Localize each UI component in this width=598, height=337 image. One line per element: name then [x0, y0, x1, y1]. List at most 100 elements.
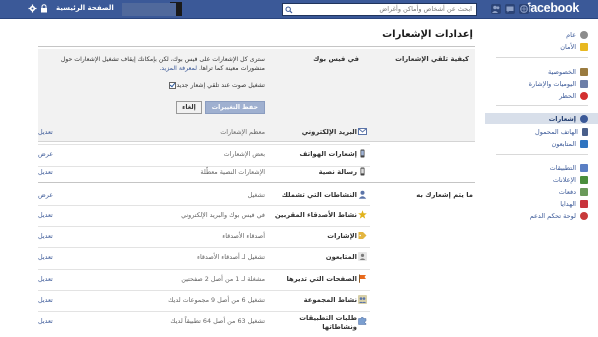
sidebar-item-label: الحظر — [559, 91, 576, 100]
edit-link[interactable]: تعديل — [38, 275, 53, 283]
timeline-icon — [580, 79, 588, 88]
form-buttons: حفظ التغييرات إلغاء — [176, 101, 265, 114]
sidebar-item-general[interactable]: عام — [566, 29, 588, 40]
sidebar-item-support[interactable]: لوحة تحكم الدعم — [530, 210, 588, 221]
privacy-shortcuts-icon[interactable] — [40, 4, 48, 15]
topic-value: في فيس بوك والبريد الإلكتروني — [181, 211, 265, 219]
friend-requests-icon[interactable] — [491, 4, 501, 14]
edit-link[interactable]: تعديل — [38, 211, 53, 219]
channel-label: البريد الإلكتروني — [301, 128, 357, 136]
search-icon[interactable] — [285, 6, 293, 16]
topic-value: أصدقاء الأصدقاء — [222, 232, 265, 240]
sidebar-item-label: المتابعون — [551, 139, 576, 148]
sidebar-item-label: اليوميات والإشارة — [528, 79, 576, 88]
sidebar-divider — [496, 105, 588, 106]
sidebar-item-gifts[interactable]: الهدايا — [560, 198, 588, 209]
sidebar-item-apps[interactable]: التطبيقات — [550, 162, 588, 173]
section-heading: كيفية تلقي الإشعارات — [395, 55, 469, 63]
topic-row-tags: الإشارات أصدقاء الأصدقاء تعديل — [38, 226, 475, 248]
puzzle-icon — [358, 316, 367, 325]
cancel-button[interactable]: إلغاء — [176, 101, 202, 114]
title-divider — [38, 46, 475, 47]
followers-icon — [358, 252, 367, 261]
channel-row-sms: رسالة نصية الإشعارات النصية معطّلة تعديل — [38, 162, 475, 184]
privacy-icon — [580, 67, 588, 76]
sidebar-item-blocking[interactable]: الحظر — [559, 90, 588, 101]
channel-label: رسالة نصية — [318, 168, 357, 176]
topic-label: الإشارات — [327, 232, 357, 240]
topic-row-close-friends: نشاط الأصدقاء المقربين في فيس بوك والبري… — [38, 205, 475, 227]
learn-more-link[interactable]: لمعرفة المزيد. — [159, 65, 197, 72]
topic-value: تشغيل 6 من أصل 9 مجموعات لديك — [168, 296, 265, 304]
topic-row-followers: المتابعون تشغيل لـ أصدقاء الأصدقاء تعديل — [38, 247, 475, 269]
topic-label: الصفحات التي تديرها — [286, 275, 357, 283]
settings-sidebar: عام الأمان الخصوصية اليوميات والإشارة ال… — [485, 19, 598, 337]
topic-label: طلبات التطبيقات ونشاطاتها — [299, 314, 357, 331]
sidebar-item-timeline[interactable]: اليوميات والإشارة — [529, 78, 588, 89]
sound-label: تشغيل صوت عند تلقي إشعار جديد — [176, 82, 265, 89]
section-divider — [38, 182, 475, 183]
ads-icon — [580, 175, 588, 184]
sidebar-item-label: لوحة تحكم الدعم — [529, 211, 576, 220]
topic-row-pages: الصفحات التي تديرها مشغلة لـ 1 من أصل 2 … — [38, 269, 475, 291]
rss-icon — [580, 139, 588, 148]
sidebar-item-label: الهاتف المحمول — [535, 127, 578, 136]
facebook-logo[interactable]: facebook — [527, 1, 580, 15]
edit-link[interactable]: تعديل — [38, 296, 53, 304]
topic-value: تشغيل لـ أصدقاء الأصدقاء — [196, 253, 265, 261]
sidebar-item-followers[interactable]: المتابعون — [551, 138, 588, 149]
topic-row-app-requests: طلبات التطبيقات ونشاطاتها تشغيل 63 من أص… — [38, 311, 475, 333]
sidebar-item-privacy[interactable]: الخصوصية — [548, 66, 588, 77]
messages-icon[interactable] — [505, 4, 515, 14]
home-link[interactable]: الصفحة الرئيسية — [56, 4, 114, 12]
profile-name-button[interactable] — [122, 3, 176, 16]
gear-icon[interactable] — [28, 4, 37, 15]
sidebar-divider — [496, 57, 588, 58]
sidebar-item-label: الخصوصية — [548, 67, 576, 76]
person-icon — [358, 190, 367, 199]
channel-value: معظم الإشعارات — [220, 128, 265, 136]
sound-option[interactable]: تشغيل صوت عند تلقي إشعار جديد — [166, 82, 265, 89]
channel-label: إشعارات الهواتف — [299, 150, 357, 158]
sound-checkbox[interactable] — [169, 82, 177, 89]
mobile-icon — [582, 127, 588, 136]
sidebar-divider — [496, 154, 588, 155]
lifebuoy-icon — [580, 211, 588, 220]
edit-link[interactable]: تعديل — [38, 128, 53, 136]
channel-value: الإشعارات النصية معطّلة — [200, 168, 265, 176]
edit-link[interactable]: تعديل — [38, 168, 53, 176]
save-changes-button[interactable]: حفظ التغييرات — [204, 101, 265, 114]
apps-icon — [580, 163, 588, 172]
view-link[interactable]: عرض — [38, 191, 53, 199]
sidebar-item-mobile[interactable]: الهاتف المحمول — [535, 126, 588, 137]
topic-value: تشغيل 63 من أصل 64 تطبيقاً لديك — [170, 317, 265, 325]
topic-label: النشاطات التي تشملك — [281, 191, 357, 199]
globe-icon — [580, 114, 588, 123]
block-icon — [580, 91, 588, 100]
sidebar-item-label: الإعلانات — [552, 175, 576, 184]
edit-link[interactable]: تعديل — [38, 253, 53, 261]
phone-icon — [358, 149, 367, 158]
sidebar-item-label: عام — [566, 30, 576, 39]
main-content: إعدادات الإشعارات كيفية تلقي الإشعارات ف… — [0, 19, 485, 337]
notifications-globe-icon[interactable] — [519, 4, 529, 14]
edit-link[interactable]: تعديل — [38, 232, 53, 240]
topic-label: نشاط المجموعة — [303, 296, 357, 304]
sidebar-item-ads[interactable]: الإعلانات — [553, 174, 588, 185]
sidebar-item-payments[interactable]: دفعات — [559, 186, 588, 197]
channel-row-email: البريد الإلكتروني معظم الإشعارات تعديل — [38, 122, 475, 144]
view-link[interactable]: عرض — [38, 150, 53, 158]
edit-link[interactable]: تعديل — [38, 317, 53, 325]
page-title: إعدادات الإشعارات — [382, 29, 473, 40]
search-input[interactable]: ابحث عن أشخاص وأماكن وأغراض — [282, 3, 477, 16]
top-navigation-bar: facebook ابحث عن أشخاص وأماكن وأغراض الص… — [0, 0, 598, 19]
topic-value: مشغلة لـ 1 من أصل 2 صفحتين — [181, 275, 265, 283]
topic-value: تشغيل — [247, 191, 265, 199]
sidebar-item-notifications[interactable]: إشعارات — [485, 113, 598, 124]
sidebar-item-label: التطبيقات — [549, 163, 576, 172]
sidebar-item-security[interactable]: الأمان — [560, 41, 588, 52]
sidebar-item-label: إشعارات — [548, 114, 576, 123]
sidebar-item-label: الأمان — [560, 42, 576, 51]
shield-icon — [580, 42, 588, 51]
gear-icon — [580, 30, 588, 39]
